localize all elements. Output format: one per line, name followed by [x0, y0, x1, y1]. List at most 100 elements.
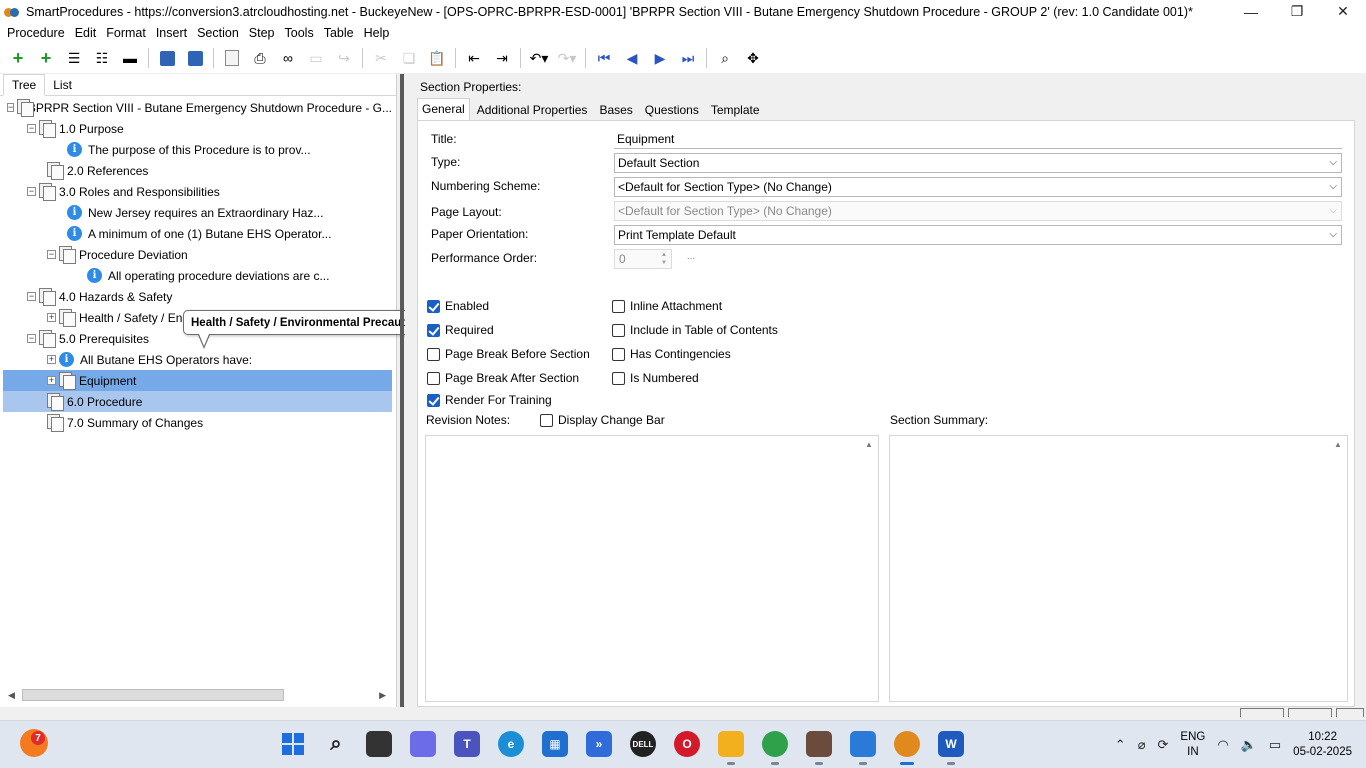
tree-node[interactable]: − Procedure Deviation: [3, 244, 392, 265]
paste-icon[interactable]: 📋: [426, 47, 448, 69]
start-icon[interactable]: [280, 731, 306, 757]
tab-list[interactable]: List: [45, 75, 80, 95]
attachment-icon[interactable]: ▭: [305, 47, 327, 69]
close-button[interactable]: ✕: [1320, 0, 1366, 23]
link-icon[interactable]: ∞: [277, 47, 299, 69]
collapse-icon[interactable]: −: [27, 187, 36, 196]
battery-icon[interactable]: ▭: [1269, 737, 1281, 753]
network-icon[interactable]: ⌀: [1138, 737, 1146, 753]
remove-icon[interactable]: ▬: [119, 47, 141, 69]
stepper-arrows-icon[interactable]: ▲ ▼: [658, 251, 670, 267]
export-icon[interactable]: [221, 47, 243, 69]
menu-help[interactable]: Help: [359, 26, 395, 40]
notification-badge-icon[interactable]: 7: [20, 729, 48, 757]
tree-node[interactable]: i All operating procedure deviations are…: [3, 265, 392, 286]
performance-order-stepper[interactable]: 0 ▲ ▼: [614, 249, 672, 269]
chrome-icon[interactable]: [762, 731, 788, 765]
tree-node[interactable]: i A minimum of one (1) Butane EHS Operat…: [3, 223, 392, 244]
search-icon[interactable]: ⌕: [323, 731, 349, 757]
expand-icon[interactable]: +: [47, 376, 56, 385]
tree-node[interactable]: i The purpose of this Procedure is to pr…: [3, 139, 392, 160]
collapse-icon[interactable]: −: [27, 292, 36, 301]
tab-template[interactable]: Template: [706, 100, 765, 120]
edge-icon[interactable]: e: [498, 731, 524, 757]
task-view-icon[interactable]: [366, 731, 392, 757]
undo-icon[interactable]: ↶▾: [528, 47, 550, 69]
tree-node[interactable]: i New Jersey requires an Extraordinary H…: [3, 202, 392, 223]
language-indicator[interactable]: ENG IN: [1180, 730, 1205, 760]
menu-section[interactable]: Section: [192, 26, 244, 40]
indent-icon[interactable]: ⇥: [491, 47, 513, 69]
has-contingencies-checkbox[interactable]: Has Contingencies: [612, 347, 731, 361]
expand-icon[interactable]: +: [47, 355, 56, 364]
clock[interactable]: 10:22 05-02-2025: [1293, 730, 1352, 760]
volume-icon[interactable]: 🔈: [1241, 737, 1257, 753]
add-icon[interactable]: +: [7, 47, 29, 69]
collapse-icon[interactable]: −: [7, 103, 15, 112]
menu-edit[interactable]: Edit: [70, 26, 102, 40]
opera-icon[interactable]: O: [674, 731, 700, 757]
menu-procedure[interactable]: Procedure: [2, 26, 70, 40]
remote-desktop-icon[interactable]: [850, 731, 876, 765]
enabled-checkbox[interactable]: Enabled: [427, 299, 489, 313]
tab-questions[interactable]: Questions: [640, 100, 704, 120]
cut-icon[interactable]: ✂: [370, 47, 392, 69]
menu-table[interactable]: Table: [319, 26, 359, 40]
title-field[interactable]: Equipment: [614, 129, 1342, 149]
pane-splitter[interactable]: [400, 74, 404, 707]
copilot-icon[interactable]: [410, 731, 436, 757]
tree-node-selected[interactable]: 6.0 Procedure: [3, 391, 392, 412]
minimize-button[interactable]: —: [1228, 0, 1274, 23]
tree-horizontal-scrollbar[interactable]: ◀ ▶: [4, 687, 390, 703]
tree-node[interactable]: − 1.0 Purpose: [3, 118, 392, 139]
render-for-training-checkbox[interactable]: Render For Training: [427, 393, 552, 407]
print-icon[interactable]: ⎙: [249, 47, 271, 69]
save-all-icon[interactable]: [156, 47, 178, 69]
chevron-up-icon[interactable]: ⌃: [1115, 737, 1126, 753]
redo-icon[interactable]: ↷▾: [556, 47, 578, 69]
vertical-scrollbar[interactable]: [1331, 436, 1347, 701]
dell-icon[interactable]: DELL: [630, 731, 656, 757]
previous-icon[interactable]: ◀: [621, 47, 643, 69]
required-checkbox[interactable]: Required: [427, 323, 494, 337]
ellipsis-button[interactable]: ...: [681, 251, 701, 269]
outline-icon[interactable]: ☰: [63, 47, 85, 69]
page-break-after-checkbox[interactable]: Page Break After Section: [427, 371, 579, 385]
vertical-scrollbar[interactable]: [862, 436, 878, 701]
tree-node[interactable]: 2.0 References: [3, 160, 392, 181]
expand-icon[interactable]: +: [47, 313, 56, 322]
page-break-before-checkbox[interactable]: Page Break Before Section: [427, 347, 590, 361]
add-child-icon[interactable]: +: [35, 47, 57, 69]
list-icon[interactable]: ☷: [91, 47, 113, 69]
menu-insert[interactable]: Insert: [151, 26, 192, 40]
collapse-icon[interactable]: −: [27, 124, 36, 133]
tree-node[interactable]: + i All Butane EHS Operators have:: [3, 349, 392, 370]
scroll-thumb[interactable]: [22, 689, 284, 701]
scroll-right-icon[interactable]: ▶: [379, 690, 386, 701]
numbering-scheme-select[interactable]: <Default for Section Type> (No Change) ⌵: [614, 177, 1342, 197]
save-icon[interactable]: [184, 47, 206, 69]
next-icon[interactable]: ▶: [649, 47, 671, 69]
first-icon[interactable]: ⏮: [593, 47, 615, 69]
restore-button[interactable]: ❐: [1274, 0, 1320, 23]
tree-node[interactable]: − 3.0 Roles and Responsibilities: [3, 181, 392, 202]
smartprocedures-icon[interactable]: [894, 731, 920, 765]
teams-icon[interactable]: T: [454, 731, 480, 757]
inline-attachment-checkbox[interactable]: Inline Attachment: [612, 299, 722, 313]
type-select[interactable]: Default Section ⌵: [614, 153, 1342, 173]
tree-node[interactable]: − 4.0 Hazards & Safety: [3, 286, 392, 307]
tree-node[interactable]: − BPRPR Section VIII - Butane Emergency …: [3, 97, 392, 118]
file-explorer-icon[interactable]: [718, 731, 744, 765]
section-summary-textarea[interactable]: [889, 435, 1348, 702]
menu-tools[interactable]: Tools: [280, 26, 319, 40]
contacts-icon[interactable]: [806, 731, 832, 765]
tab-tree[interactable]: Tree: [3, 74, 46, 96]
outdent-icon[interactable]: ⇤: [463, 47, 485, 69]
tab-additional-properties[interactable]: Additional Properties: [472, 100, 593, 120]
tree-node[interactable]: 7.0 Summary of Changes: [3, 412, 392, 433]
include-toc-checkbox[interactable]: Include in Table of Contents: [612, 323, 778, 337]
sync-icon[interactable]: ⟳: [1158, 737, 1169, 753]
collapse-icon[interactable]: −: [27, 334, 36, 343]
display-change-bar-checkbox[interactable]: Display Change Bar: [540, 413, 665, 427]
find-icon[interactable]: ⌕: [714, 47, 736, 69]
